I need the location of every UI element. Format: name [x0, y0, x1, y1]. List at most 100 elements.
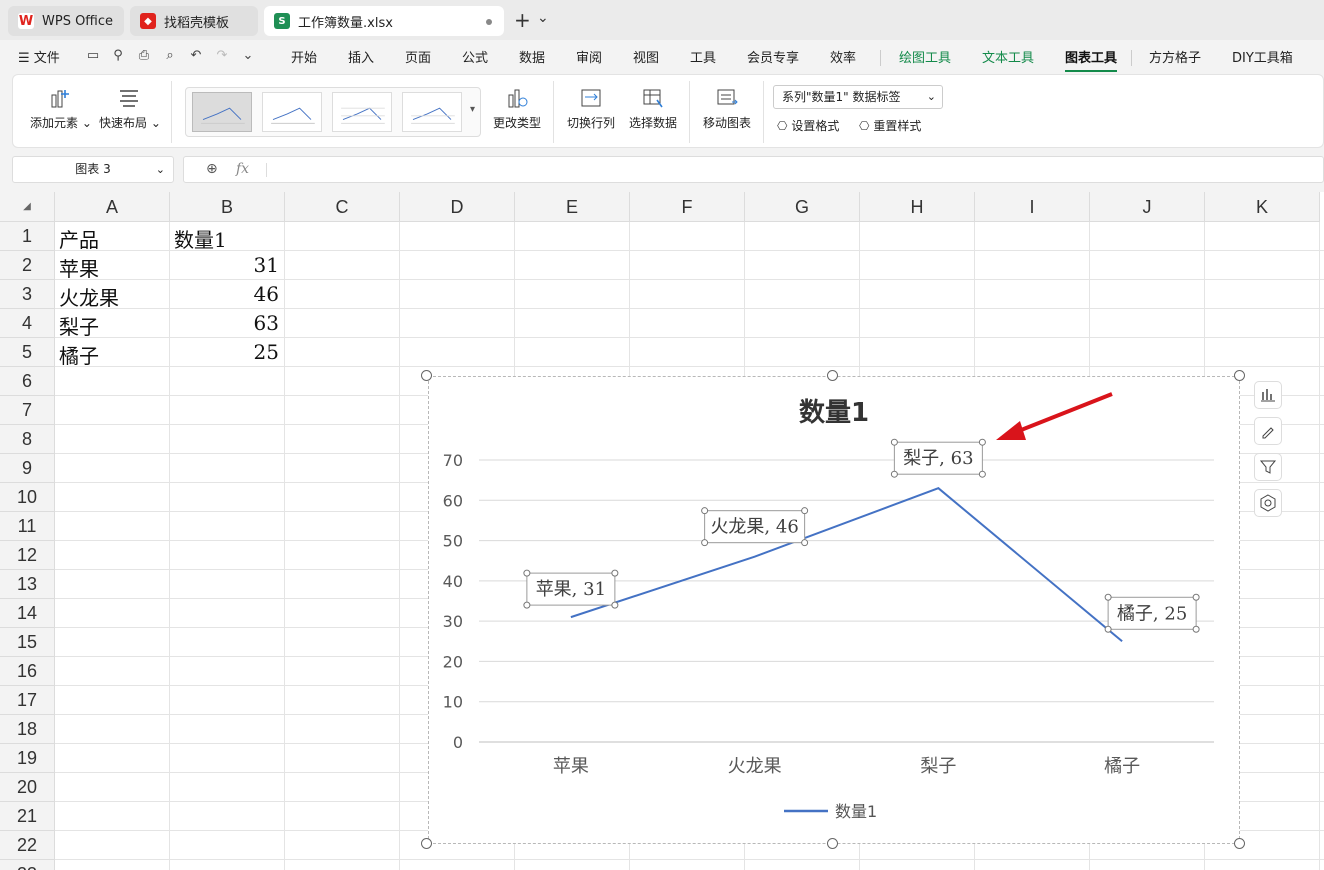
quick-layout-icon: [120, 90, 138, 107]
chart-filter-button[interactable]: [1254, 453, 1282, 481]
menu-tools[interactable]: 工具: [690, 47, 716, 66]
tab-bar: W WPS Office ◆ 找稻壳模板 S 工作簿数量.xlsx + ⌄: [0, 0, 1324, 40]
menu-review[interactable]: 审阅: [576, 47, 602, 66]
resize-handle[interactable]: [1234, 370, 1245, 381]
label-handle[interactable]: [1104, 625, 1112, 633]
label-handle[interactable]: [701, 507, 709, 515]
move-chart-button[interactable]: 移动图表: [699, 87, 755, 131]
menu-page[interactable]: 页面: [405, 47, 431, 66]
menu-view[interactable]: 视图: [633, 47, 659, 66]
resize-handle[interactable]: [421, 838, 432, 849]
menu-diy-toolbox[interactable]: DIY工具箱: [1232, 47, 1293, 66]
red-annotation-arrow-icon: [996, 392, 1113, 440]
new-tab-button[interactable]: +: [514, 8, 531, 32]
data-label-box[interactable]: 苹果, 31: [523, 569, 619, 609]
redo-icon[interactable]: ↷: [215, 49, 229, 63]
ribbon-separator: [553, 81, 554, 143]
menu-start[interactable]: 开始: [291, 47, 317, 66]
select-data-button[interactable]: 选择数据: [625, 87, 681, 131]
label-handle[interactable]: [801, 539, 809, 547]
add-element-button[interactable]: 添加元素 ⌄: [29, 87, 93, 131]
chart-style-button[interactable]: [1254, 417, 1282, 445]
chart-style-thumb-2[interactable]: [262, 92, 322, 132]
series-line[interactable]: [570, 487, 1123, 643]
series-element-select[interactable]: 系列"数量1" 数据标签 ⌄: [773, 85, 943, 109]
label-handle[interactable]: [978, 438, 986, 446]
resize-handle[interactable]: [827, 370, 838, 381]
menu-insert[interactable]: 插入: [348, 47, 374, 66]
cell-a2[interactable]: 苹果: [59, 253, 99, 282]
chart-title[interactable]: 数量1: [799, 398, 869, 428]
cell-a3[interactable]: 火龙果: [59, 282, 119, 311]
label-handle[interactable]: [523, 601, 531, 609]
menu-drawing-tools[interactable]: 绘图工具: [899, 47, 951, 66]
share-icon[interactable]: ⚲: [111, 49, 125, 63]
data-label-box[interactable]: 梨子, 63: [890, 438, 986, 478]
legend-label[interactable]: 数量1: [835, 802, 877, 821]
label-handle[interactable]: [978, 470, 986, 478]
chart-style-thumb-1[interactable]: [192, 92, 252, 132]
resize-handle[interactable]: [827, 838, 838, 849]
label-handle[interactable]: [1104, 593, 1112, 601]
tab-workbook[interactable]: S 工作簿数量.xlsx: [264, 6, 504, 36]
cell-b3[interactable]: 46: [170, 282, 279, 306]
chart-style-thumb-4[interactable]: [402, 92, 462, 132]
gallery-expand-icon[interactable]: ▾: [470, 104, 475, 115]
menu-chart-tools[interactable]: 图表工具: [1065, 47, 1118, 72]
cell-a5[interactable]: 橘子: [59, 340, 99, 369]
cell-b2[interactable]: 31: [170, 253, 279, 277]
data-label-box[interactable]: 火龙果, 46: [701, 507, 809, 547]
menu-formula[interactable]: 公式: [462, 47, 488, 66]
menu-member[interactable]: 会员专享: [747, 47, 799, 66]
label-handle[interactable]: [890, 470, 898, 478]
unsaved-dot-icon[interactable]: [486, 19, 492, 25]
cell-b5[interactable]: 25: [170, 340, 279, 364]
print-icon[interactable]: ⎙: [137, 49, 151, 63]
change-type-button[interactable]: 更改类型: [489, 87, 545, 131]
fx-icon[interactable]: fx: [236, 161, 249, 177]
label-handle[interactable]: [611, 569, 619, 577]
tab-wps-office[interactable]: W WPS Office: [8, 6, 124, 36]
print-preview-icon[interactable]: ⌕: [163, 49, 177, 63]
set-format-button[interactable]: ⎔ 设置格式: [777, 117, 853, 134]
label-handle[interactable]: [1192, 593, 1200, 601]
cell-a1[interactable]: 产品: [59, 224, 99, 253]
menu-text-tools[interactable]: 文本工具: [982, 47, 1034, 66]
cell-b1[interactable]: 数量1: [174, 224, 227, 253]
tab-docer-templates[interactable]: ◆ 找稻壳模板: [130, 6, 258, 36]
label-handle[interactable]: [611, 601, 619, 609]
chevron-down-icon: ⌄: [155, 163, 165, 176]
chart-settings-button[interactable]: [1254, 489, 1282, 517]
chart-style-thumb-3[interactable]: [332, 92, 392, 132]
switch-row-col-button[interactable]: 切换行列: [563, 87, 619, 131]
label-handle[interactable]: [801, 507, 809, 515]
label-handle[interactable]: [523, 569, 531, 577]
label-handle[interactable]: [890, 438, 898, 446]
move-chart-icon: [717, 89, 738, 105]
file-menu[interactable]: ☰ 文件: [18, 47, 60, 66]
chart-elements-button[interactable]: [1254, 381, 1282, 409]
zoom-formula-icon[interactable]: ⊕: [206, 161, 218, 177]
tab-list-dropdown-icon[interactable]: ⌄: [537, 10, 549, 26]
undo-icon[interactable]: ↶: [189, 49, 203, 63]
wps-logo-icon: W: [18, 13, 34, 29]
reset-style-button[interactable]: ⎔ 重置样式: [859, 117, 935, 134]
resize-handle[interactable]: [1234, 838, 1245, 849]
data-label-box[interactable]: 橘子, 25: [1104, 593, 1200, 633]
menu-ffgz[interactable]: 方方格子: [1149, 47, 1201, 66]
cell-b4[interactable]: 63: [170, 311, 279, 335]
data-label-text: 苹果, 31: [536, 579, 606, 600]
label-handle[interactable]: [701, 539, 709, 547]
menu-efficiency[interactable]: 效率: [830, 47, 856, 66]
cell-a4[interactable]: 梨子: [59, 311, 99, 340]
quick-layout-button[interactable]: 快速布局 ⌄: [99, 87, 161, 131]
menu-data[interactable]: 数据: [519, 47, 545, 66]
quick-access-dropdown-icon[interactable]: ⌄: [241, 49, 255, 63]
label-handle[interactable]: [1192, 625, 1200, 633]
data-label-text: 梨子, 63: [903, 448, 973, 469]
formula-bar[interactable]: ⊕ fx: [183, 156, 1324, 183]
name-box[interactable]: 图表 3 ⌄: [12, 156, 174, 183]
move-chart-label: 移动图表: [702, 116, 751, 130]
resize-handle[interactable]: [421, 370, 432, 381]
save-icon[interactable]: ▭: [86, 49, 100, 63]
